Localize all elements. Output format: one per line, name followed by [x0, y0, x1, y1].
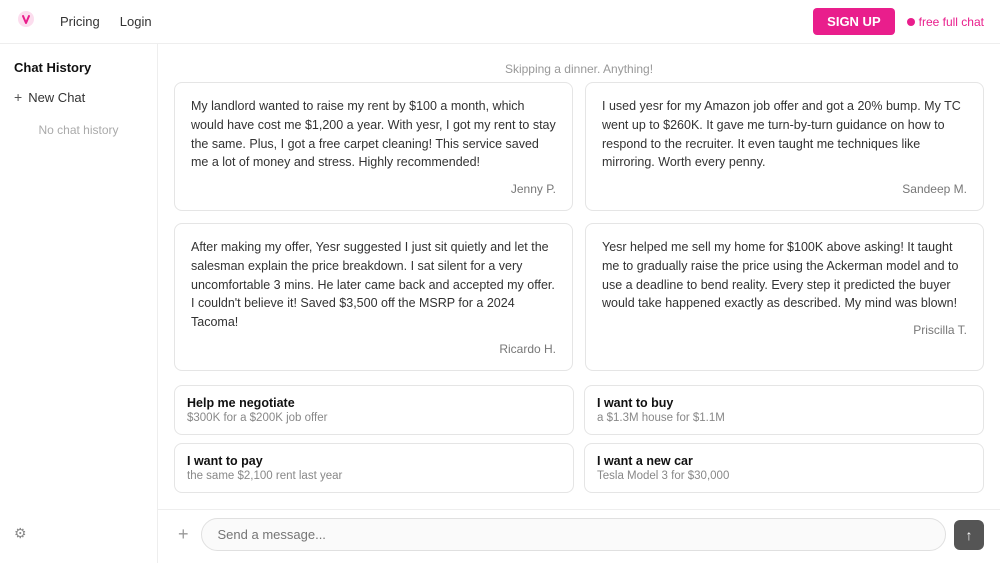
attach-button[interactable]: + [174, 520, 193, 549]
nav-links: Pricing Login [60, 14, 813, 29]
testimonial-card-1: I used yesr for my Amazon job offer and … [585, 82, 984, 211]
free-dot-icon [907, 18, 915, 26]
testimonials-scroll: Skipping a dinner. Anything! My landlord… [158, 44, 1000, 385]
testimonial-author-1: Sandeep M. [602, 180, 967, 198]
testimonial-card-3: Yesr helped me sell my home for $100K ab… [585, 223, 984, 371]
free-chat-badge[interactable]: free full chat [907, 15, 984, 29]
suggestion-sub-2: the same $2,100 rent last year [187, 470, 561, 482]
nav-pricing[interactable]: Pricing [60, 14, 100, 29]
testimonial-card-2: After making my offer, Yesr suggested I … [174, 223, 573, 371]
testimonial-author-3: Priscilla T. [602, 321, 967, 339]
suggestion-sub-1: a $1.3M house for $1.1M [597, 412, 971, 424]
suggestion-row-2: I want to pay the same $2,100 rent last … [174, 443, 984, 493]
input-area: + ↑ [158, 509, 1000, 563]
nav-login[interactable]: Login [120, 14, 152, 29]
sidebar-footer: ⚙ [0, 517, 157, 551]
suggestion-title-0: Help me negotiate [187, 396, 561, 410]
suggestion-card-3[interactable]: I want a new car Tesla Model 3 for $30,0… [584, 443, 984, 493]
main-layout: Chat History + New Chat No chat history … [0, 44, 1000, 563]
new-chat-button[interactable]: + New Chat [0, 83, 157, 111]
navbar: Pricing Login SIGN UP free full chat [0, 0, 1000, 44]
plus-icon: + [14, 89, 22, 105]
suggestion-card-0[interactable]: Help me negotiate $300K for a $200K job … [174, 385, 574, 435]
no-history-text: No chat history [0, 111, 157, 149]
free-chat-label: free full chat [919, 15, 984, 29]
suggestion-sub-3: Tesla Model 3 for $30,000 [597, 470, 971, 482]
testimonial-text-2: After making my offer, Yesr suggested I … [191, 240, 555, 329]
suggestion-title-2: I want to pay [187, 454, 561, 468]
testimonial-author-0: Jenny P. [191, 180, 556, 198]
testimonial-row-1: My landlord wanted to raise my rent by $… [174, 82, 984, 211]
send-icon: ↑ [966, 527, 973, 543]
testimonial-text-3: Yesr helped me sell my home for $100K ab… [602, 240, 958, 310]
suggestion-title-3: I want a new car [597, 454, 971, 468]
testimonial-text-0: My landlord wanted to raise my rent by $… [191, 99, 556, 169]
top-fade-text: Skipping a dinner. Anything! [174, 56, 984, 82]
chat-area: Skipping a dinner. Anything! My landlord… [158, 44, 1000, 563]
signup-button[interactable]: SIGN UP [813, 8, 894, 35]
suggestion-row-1: Help me negotiate $300K for a $200K job … [174, 385, 984, 435]
testimonial-text-1: I used yesr for my Amazon job offer and … [602, 99, 961, 169]
testimonial-card-0: My landlord wanted to raise my rent by $… [174, 82, 573, 211]
suggestion-title-1: I want to buy [597, 396, 971, 410]
message-input[interactable] [201, 518, 946, 551]
testimonial-author-2: Ricardo H. [191, 340, 556, 358]
logo[interactable] [16, 9, 36, 34]
sidebar-title: Chat History [0, 56, 157, 83]
suggestion-sub-0: $300K for a $200K job offer [187, 412, 561, 424]
send-button[interactable]: ↑ [954, 520, 984, 550]
sidebar: Chat History + New Chat No chat history … [0, 44, 158, 563]
gear-icon[interactable]: ⚙ [14, 525, 27, 541]
suggestion-card-2[interactable]: I want to pay the same $2,100 rent last … [174, 443, 574, 493]
suggestions: Help me negotiate $300K for a $200K job … [158, 385, 1000, 509]
new-chat-label: New Chat [28, 90, 85, 105]
testimonial-row-2: After making my offer, Yesr suggested I … [174, 223, 984, 371]
suggestion-card-1[interactable]: I want to buy a $1.3M house for $1.1M [584, 385, 984, 435]
